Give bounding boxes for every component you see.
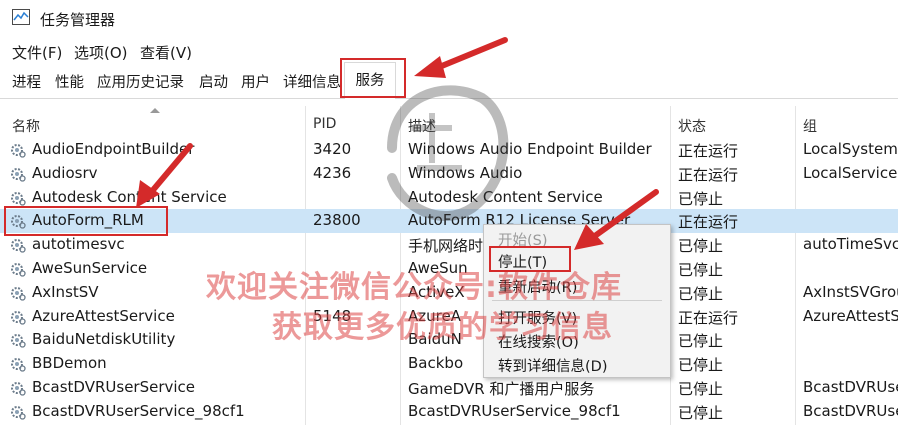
tab-details[interactable]: 详细信息 (280, 72, 344, 94)
service-name: BcastDVRUserService (32, 377, 196, 396)
menu-file[interactable]: 文件(F) (12, 42, 62, 63)
service-status: 正在运行 (678, 165, 739, 184)
gear-icon (11, 358, 26, 372)
gear-icon (11, 334, 26, 349)
arrow-icon (136, 143, 193, 208)
highlight-box-stop (489, 246, 571, 272)
service-description: BcastDVRUserService_98cf1 (408, 401, 621, 420)
table-row[interactable]: BcastDVRUserService GameDVR 和广播用户服务 已停止 … (0, 376, 898, 400)
service-name: BBDemon (32, 354, 107, 373)
service-status: 已停止 (678, 356, 724, 375)
gear-icon (11, 167, 26, 182)
col-pid[interactable]: PID (313, 116, 336, 132)
gear-icon (11, 381, 26, 396)
service-group: AzureAttestS (803, 306, 898, 325)
task-manager-icon (12, 9, 30, 25)
arrow-icon (414, 37, 508, 78)
service-group: autoTimeSvc (803, 235, 898, 254)
service-status: 已停止 (678, 189, 724, 208)
col-name[interactable]: 名称 (12, 116, 40, 136)
table-row[interactable]: autotimesvc 手机网络时间 已停止 autoTimeSvc (0, 233, 898, 257)
service-pid: 4236 (313, 163, 352, 182)
service-status: 正在运行 (678, 213, 739, 232)
service-pid: 23800 (313, 211, 361, 230)
service-status: 已停止 (678, 260, 724, 279)
tab-startup[interactable]: 启动 (196, 72, 231, 94)
title-bar: 任务管理器 (0, 0, 898, 38)
service-name: BcastDVRUserService_98cf1 (32, 401, 245, 420)
service-name: autotimesvc (32, 235, 125, 254)
service-group: LocalSystem... (803, 140, 898, 158)
service-status: 已停止 (678, 403, 724, 422)
gear-icon (11, 191, 26, 206)
window-title: 任务管理器 (40, 11, 116, 29)
service-status: 正在运行 (678, 142, 739, 160)
service-description: GameDVR 和广播用户服务 (408, 379, 595, 398)
table-row[interactable]: BBDemon Backbo 已停止 (0, 352, 898, 376)
tab-app-history[interactable]: 应用历史记录 (94, 72, 187, 94)
table-row[interactable]: BcastDVRUserService_98cf1 BcastDVRUserSe… (0, 400, 898, 424)
service-group: AxInstSVGroup (803, 282, 898, 301)
sort-arrow-icon (150, 108, 160, 113)
gear-icon (11, 286, 26, 301)
menu-view[interactable]: 查看(V) (140, 42, 192, 63)
highlight-box-autoform-row (4, 206, 168, 236)
service-status: 已停止 (678, 237, 724, 256)
gear-icon (11, 144, 26, 158)
service-pid: 3420 (313, 140, 352, 158)
gear-icon (11, 310, 26, 325)
menu-options[interactable]: 选项(O) (74, 42, 128, 63)
col-group[interactable]: 组 (803, 116, 817, 136)
tab-performance[interactable]: 性能 (52, 72, 87, 94)
highlight-box-services-tab (340, 58, 406, 98)
tab-users[interactable]: 用户 (238, 72, 273, 94)
menu-item-go-to-details[interactable]: 转到详细信息(D) (498, 355, 607, 376)
gear-icon (11, 262, 26, 277)
service-status: 正在运行 (678, 308, 739, 327)
service-status: 已停止 (678, 284, 724, 303)
gear-icon (11, 405, 26, 420)
service-group: BcastDVRUse (803, 377, 898, 396)
tab-processes[interactable]: 进程 (9, 72, 44, 94)
col-status[interactable]: 状态 (678, 116, 706, 136)
arrow-icon (574, 189, 659, 250)
watermark-line-2: 获取更多优质的学习信息 (272, 310, 613, 345)
service-group: BcastDVRUse (803, 401, 898, 420)
service-status: 已停止 (678, 332, 724, 351)
service-status: 已停止 (678, 379, 724, 398)
service-group: LocalService... (803, 163, 898, 182)
service-name: AzureAttestService (32, 306, 175, 325)
service-name: BaiduNetdiskUtility (32, 330, 176, 349)
gear-icon (11, 239, 26, 253)
